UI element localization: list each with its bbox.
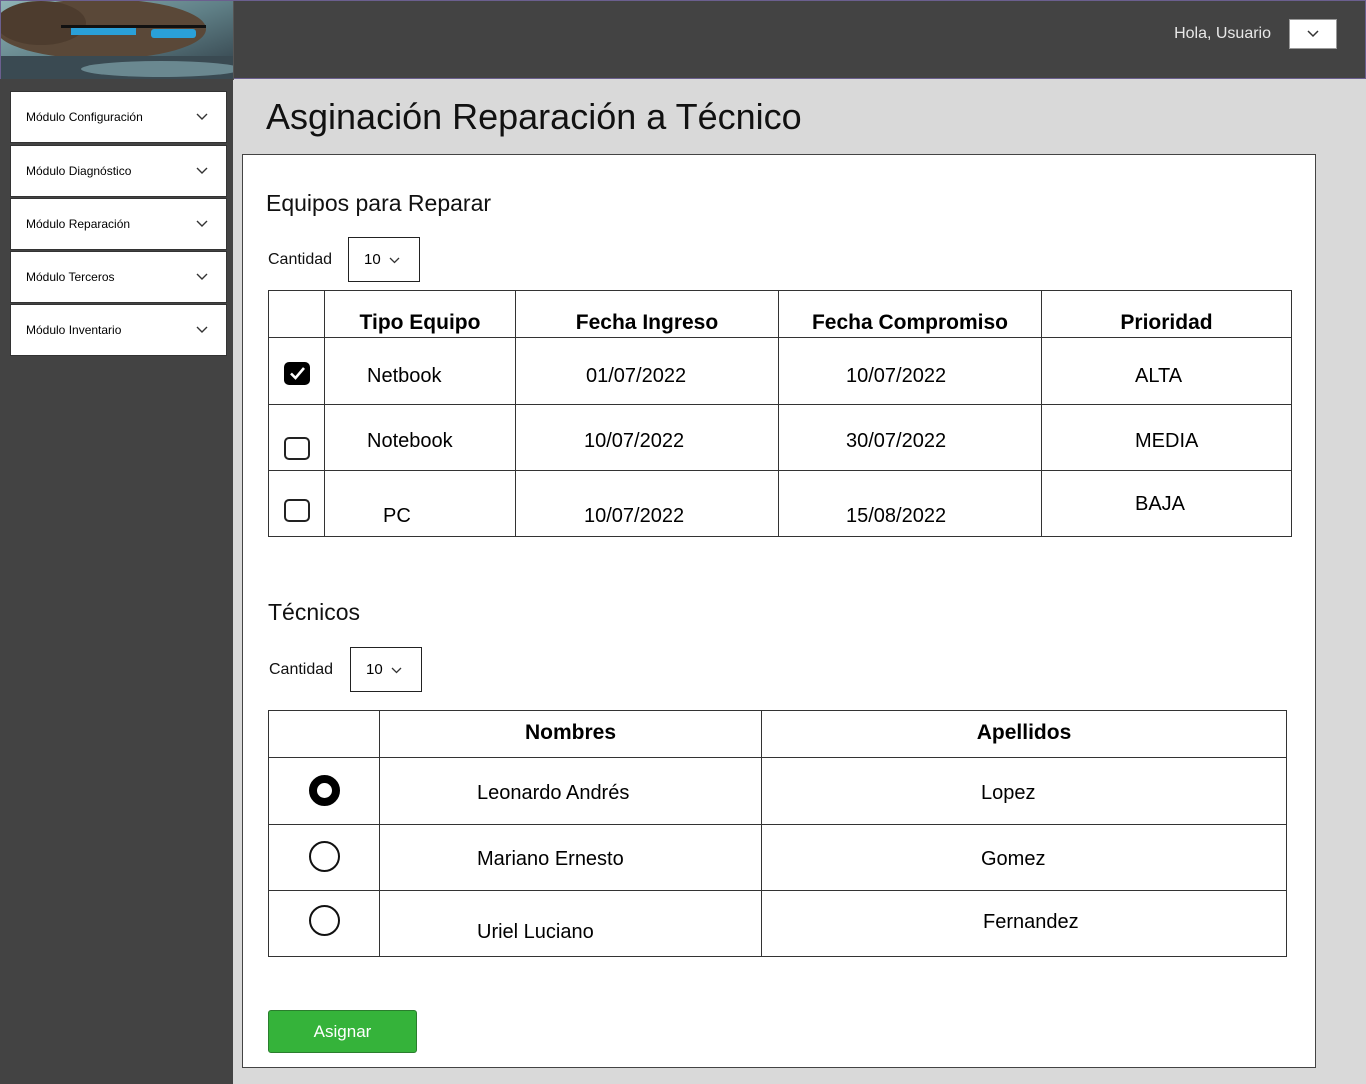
cell-fecha-ingreso: 10/07/2022 <box>515 404 779 471</box>
cell-fecha-ingreso: 10/07/2022 <box>515 470 779 537</box>
sidebar-item-label: Módulo Terceros <box>26 270 115 284</box>
app-logo <box>1 1 234 80</box>
cell-tipo-equipo: Notebook <box>324 404 516 471</box>
sidebar: Módulo Configuración Módulo Diagnóstico … <box>0 79 233 1084</box>
chevron-down-icon <box>196 270 208 284</box>
column-header-tipo-equipo: Tipo Equipo <box>324 290 516 338</box>
user-menu-dropdown[interactable] <box>1289 19 1337 49</box>
equipos-table: Tipo Equipo Fecha Ingreso Fecha Compromi… <box>268 290 1292 537</box>
checkmark-icon <box>289 366 305 380</box>
column-header-apellidos: Apellidos <box>761 710 1287 758</box>
table-header-row: Nombres Apellidos <box>268 710 1287 758</box>
chevron-down-icon <box>196 164 208 178</box>
chevron-down-icon <box>196 217 208 231</box>
column-header-prioridad: Prioridad <box>1041 290 1292 338</box>
table-row[interactable]: Leonardo Andrés Lopez <box>268 757 1287 825</box>
sidebar-item-diagnostico[interactable]: Módulo Diagnóstico <box>10 145 227 197</box>
user-greeting: Hola, Usuario <box>1174 25 1271 42</box>
table-row[interactable]: Mariano Ernesto Gomez <box>268 824 1287 891</box>
cell-prioridad: MEDIA <box>1041 404 1292 471</box>
cell-nombres: Leonardo Andrés <box>379 757 762 825</box>
column-header-nombres: Nombres <box>379 710 762 758</box>
cell-nombres: Uriel Luciano <box>379 890 762 957</box>
page-title: Asginación Reparación a Técnico <box>266 96 802 137</box>
cell-tipo-equipo: PC <box>324 470 516 537</box>
row-radio-button[interactable] <box>308 841 340 872</box>
tecnicos-section-title: Técnicos <box>268 599 361 625</box>
row-radio-button[interactable] <box>308 905 340 936</box>
sidebar-item-label: Módulo Inventario <box>26 323 122 337</box>
table-row[interactable]: Netbook 01/07/2022 10/07/2022 ALTA <box>268 337 1292 405</box>
select-column-header <box>268 710 380 758</box>
assign-button[interactable]: Asignar <box>268 1010 417 1053</box>
column-header-fecha-ingreso: Fecha Ingreso <box>515 290 779 338</box>
sidebar-item-configuracion[interactable]: Módulo Configuración <box>10 91 227 143</box>
cell-apellidos: Fernandez <box>761 890 1287 957</box>
equipos-section-title: Equipos para Reparar <box>266 190 492 216</box>
chevron-down-icon <box>196 110 208 124</box>
cell-fecha-compromiso: 30/07/2022 <box>778 404 1042 471</box>
sidebar-item-reparacion[interactable]: Módulo Reparación <box>10 198 227 250</box>
select-column-header <box>268 290 325 338</box>
table-header-row: Tipo Equipo Fecha Ingreso Fecha Compromi… <box>268 290 1292 338</box>
cell-prioridad: BAJA <box>1041 470 1292 537</box>
chevron-down-icon <box>389 251 400 268</box>
sidebar-item-label: Módulo Reparación <box>26 217 131 231</box>
row-checkbox[interactable] <box>283 437 310 460</box>
equipos-cantidad-value: 10 <box>364 251 381 268</box>
tecnicos-cantidad-value: 10 <box>366 661 383 678</box>
sidebar-item-terceros[interactable]: Módulo Terceros <box>10 251 227 303</box>
table-row[interactable]: Notebook 10/07/2022 30/07/2022 MEDIA <box>268 404 1292 471</box>
sidebar-item-inventario[interactable]: Módulo Inventario <box>10 304 227 356</box>
cell-tipo-equipo: Netbook <box>324 337 516 405</box>
cell-apellidos: Lopez <box>761 757 1287 825</box>
tecnicos-cantidad-select[interactable]: 10 <box>350 647 422 692</box>
chevron-down-icon <box>196 323 208 337</box>
cell-fecha-ingreso: 01/07/2022 <box>515 337 779 405</box>
row-checkbox[interactable] <box>283 499 310 522</box>
tecnicos-table: Nombres Apellidos Leonardo Andrés Lopez … <box>268 710 1287 957</box>
cell-prioridad: ALTA <box>1041 337 1292 405</box>
cell-fecha-compromiso: 10/07/2022 <box>778 337 1042 405</box>
cell-nombres: Mariano Ernesto <box>379 824 762 891</box>
sidebar-item-label: Módulo Configuración <box>26 110 143 124</box>
chevron-down-icon <box>391 661 402 678</box>
equipos-cantidad-select[interactable]: 10 <box>348 237 420 282</box>
sidebar-item-label: Módulo Diagnóstico <box>26 164 132 178</box>
cell-fecha-compromiso: 15/08/2022 <box>778 470 1042 537</box>
table-row[interactable]: Uriel Luciano Fernandez <box>268 890 1287 957</box>
row-radio-button[interactable] <box>308 774 340 806</box>
row-checkbox[interactable] <box>283 361 310 385</box>
tecnicos-cantidad-label: Cantidad <box>269 661 334 678</box>
table-row[interactable]: PC 10/07/2022 15/08/2022 BAJA <box>268 470 1292 537</box>
top-bar: Hola, Usuario <box>0 0 1366 80</box>
cell-apellidos: Gomez <box>761 824 1287 891</box>
equipos-cantidad-label: Cantidad <box>268 251 333 268</box>
column-header-fecha-compromiso: Fecha Compromiso <box>778 290 1042 338</box>
chevron-down-icon <box>1307 25 1319 43</box>
